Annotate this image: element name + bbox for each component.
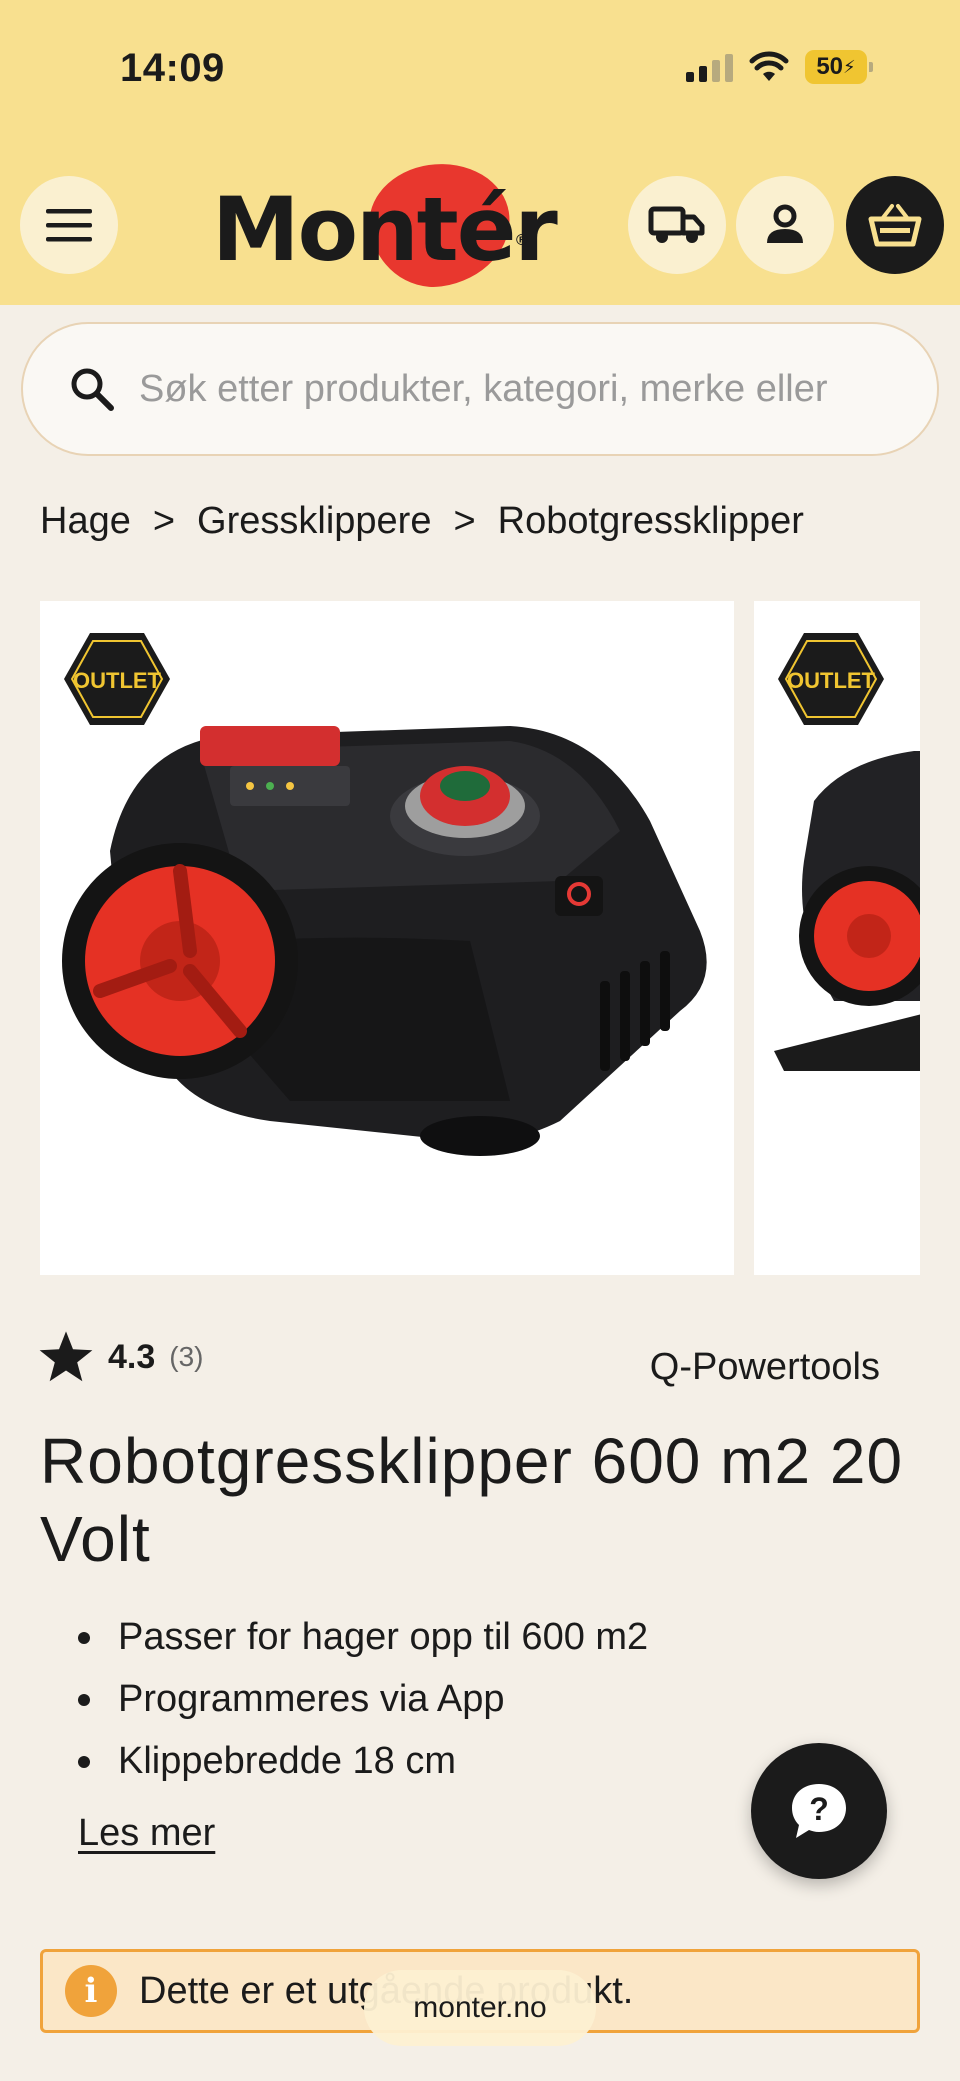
- info-icon: i: [65, 1965, 117, 2017]
- search-icon: [71, 368, 114, 411]
- help-chat-button[interactable]: ?: [751, 1743, 887, 1879]
- product-image-gallery[interactable]: OUTLET OUTLET: [40, 601, 920, 1275]
- site-header: 14:09 50 ⚡ Montér ®: [0, 0, 960, 305]
- read-more-link[interactable]: Les mer: [78, 1812, 215, 1855]
- user-icon: [767, 204, 803, 243]
- delivery-button[interactable]: [628, 176, 726, 274]
- highlight-item: Klippebredde 18 cm: [78, 1730, 648, 1792]
- basket-icon: [868, 204, 922, 247]
- robot-lawnmower-with-dock-image: [774, 751, 920, 1071]
- chat-question-icon: ?: [792, 1784, 846, 1838]
- hamburger-menu-icon: [46, 209, 92, 242]
- brand-link[interactable]: Q-Powertools: [650, 1346, 880, 1388]
- product-highlights: Passer for hager opp til 600 m2 Programm…: [78, 1606, 648, 1792]
- breadcrumb-separator: >: [152, 500, 176, 542]
- robot-lawnmower-image: [62, 726, 707, 1156]
- truck-icon: [648, 206, 705, 243]
- breadcrumb-item-robotgressklipper[interactable]: Robotgressklipper: [498, 500, 804, 543]
- battery-level: 50: [816, 53, 844, 80]
- brand-link-wrapper: Q-Powertools: [650, 1346, 880, 1389]
- product-image-slide-next[interactable]: OUTLET: [754, 601, 920, 1275]
- product-rating[interactable]: 4.3 (3): [38, 1330, 204, 1384]
- monter-logo[interactable]: Montér ®: [212, 154, 558, 296]
- rating-value: 4.3: [108, 1337, 156, 1376]
- svg-text:?: ?: [809, 1791, 829, 1827]
- highlight-item: Programmeres via App: [78, 1668, 648, 1730]
- breadcrumb-item-hage[interactable]: Hage: [40, 500, 131, 543]
- cart-button[interactable]: [846, 176, 944, 274]
- highlight-item: Passer for hager opp til 600 m2: [78, 1606, 648, 1668]
- status-time: 14:09: [120, 46, 225, 90]
- browser-url-bar[interactable]: monter.no: [364, 1970, 596, 2046]
- wifi-icon: [749, 51, 789, 81]
- status-icons: 50 ⚡: [686, 50, 873, 84]
- account-button[interactable]: [736, 176, 834, 274]
- breadcrumb-item-gressklippere[interactable]: Gressklippere: [197, 500, 431, 543]
- menu-button[interactable]: [20, 176, 118, 274]
- product-title: Robotgressklipper 600 m2 20 Volt: [40, 1425, 904, 1575]
- search-input[interactable]: [139, 367, 919, 411]
- battery-icon: 50 ⚡: [805, 50, 873, 84]
- product-image-slide[interactable]: OUTLET: [40, 601, 734, 1275]
- registered-mark: ®: [516, 232, 528, 249]
- breadcrumb-separator: >: [453, 500, 476, 542]
- logo-text: Montér: [212, 178, 558, 281]
- cellular-signal-icon: [686, 52, 733, 82]
- breadcrumb: Hage > Gressklippere > Robotgressklipper: [40, 500, 804, 543]
- search-bar[interactable]: [21, 322, 939, 456]
- rating-count: (3): [169, 1341, 204, 1372]
- url-text: monter.no: [413, 1991, 547, 2024]
- star-icon: [39, 1331, 93, 1382]
